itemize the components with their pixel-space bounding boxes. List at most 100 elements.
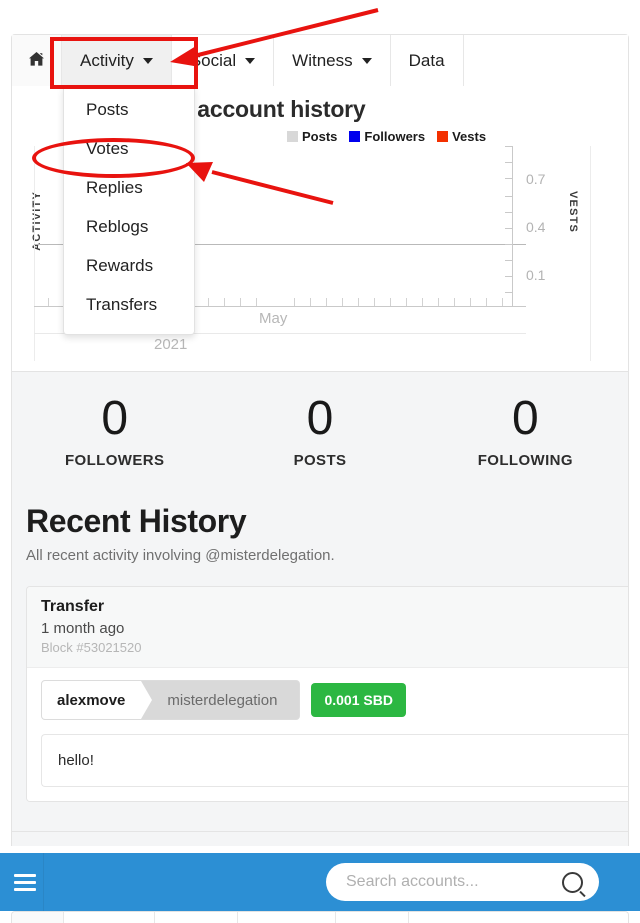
chart-legend: Posts Followers Vests	[287, 129, 486, 144]
home-icon	[28, 51, 45, 71]
account-stats-strip: 0 FOLLOWERS 0 POSTS 0 FOLLOWING	[11, 372, 629, 491]
bottom-nav-home[interactable]	[12, 912, 64, 923]
y-tick-label-01: 0.1	[526, 267, 546, 283]
transfer-memo: hello!	[41, 734, 628, 787]
chevron-down-icon	[245, 57, 256, 64]
x-tick	[406, 298, 407, 306]
stat-following-value: 0	[511, 391, 539, 445]
chevron-down-icon	[361, 57, 372, 64]
x-tick	[256, 298, 257, 306]
bottom-toolbar	[0, 853, 640, 911]
transfer-amount-badge: 0.001 SBD	[311, 683, 406, 717]
dropdown-item-posts[interactable]: Posts	[64, 91, 194, 130]
operation-header: Transfer 1 month ago Block #53021520	[27, 587, 628, 668]
bottom-nav-item-witness[interactable]: Witness	[238, 912, 336, 923]
stat-following: 0 FOLLOWING	[423, 391, 628, 469]
search-icon[interactable]	[562, 871, 583, 893]
x-tick	[470, 298, 471, 306]
nav-home-button[interactable]	[12, 35, 62, 86]
legend-entry-vests[interactable]: Vests	[437, 129, 486, 144]
y-tick	[505, 260, 513, 261]
y-tick-label-04: 0.4	[526, 219, 546, 235]
legend-label-vests: Vests	[452, 129, 487, 144]
bottom-nav-item-data[interactable]: Data	[335, 912, 409, 923]
activity-dropdown-menu[interactable]: Posts Votes Replies Reblogs Rewards Tran…	[63, 86, 195, 335]
x-tick	[342, 298, 343, 306]
y-tick	[505, 178, 513, 179]
x-tick	[326, 298, 327, 306]
nav-item-witness[interactable]: Witness	[274, 35, 391, 86]
x-tick	[374, 298, 375, 306]
y-tick-label-07: 0.7	[526, 171, 546, 187]
operation-timestamp: 1 month ago	[41, 620, 125, 637]
hamburger-icon[interactable]	[7, 873, 43, 891]
toolbar-divider	[43, 853, 44, 911]
y-tick	[505, 212, 513, 213]
recent-history-section: Recent History All recent activity invol…	[11, 491, 629, 846]
x-month-label-may: May	[259, 310, 288, 327]
nav-item-data[interactable]: Data	[390, 35, 464, 86]
y-tick	[505, 196, 513, 197]
dropdown-item-votes[interactable]: Votes	[64, 130, 194, 169]
x-tick	[486, 298, 487, 306]
operation-type: Transfer	[41, 598, 105, 615]
legend-label-followers: Followers	[364, 129, 426, 144]
transfer-to-account[interactable]: misterdelegation	[141, 681, 300, 719]
search-box[interactable]	[326, 863, 599, 901]
x-tick	[390, 298, 391, 306]
nav-item-social-label: Social	[189, 50, 237, 70]
stat-posts: 0 POSTS	[217, 391, 422, 469]
nav-item-activity[interactable]: Activity	[62, 35, 172, 86]
x-tick	[358, 298, 359, 306]
y-tick	[505, 292, 513, 293]
stat-followers: 0 FOLLOWERS	[12, 391, 217, 469]
legend-entry-posts[interactable]: Posts	[287, 129, 337, 144]
y-tick	[505, 162, 513, 163]
x-tick	[422, 298, 423, 306]
main-nav: Activity Social Witness Data	[11, 34, 629, 86]
page-title: Recent History	[26, 503, 247, 539]
x-tick	[240, 298, 241, 306]
x-year-label: 2021	[154, 336, 188, 353]
legend-swatch-vests	[437, 131, 449, 142]
bottom-nav-item-social[interactable]: Social	[154, 912, 239, 923]
search-input[interactable]	[344, 872, 562, 892]
transfer-from-account[interactable]: alexmove	[42, 681, 153, 719]
stat-followers-label: FOLLOWERS	[64, 451, 165, 469]
history-divider	[12, 831, 628, 832]
legend-swatch-followers	[349, 131, 361, 142]
plot-right-border	[590, 146, 591, 361]
transfer-flow-row: alexmove misterdelegation 0.001 SBD	[41, 680, 624, 720]
dropdown-item-reblogs[interactable]: Reblogs	[64, 208, 194, 247]
x-tick	[224, 298, 225, 306]
nav-item-data-label: Data	[408, 50, 445, 70]
legend-entry-followers[interactable]: Followers	[349, 129, 425, 144]
x-tick	[438, 298, 439, 306]
operation-card[interactable]: Transfer 1 month ago Block #53021520 ale…	[26, 586, 628, 802]
bottom-nav-filler	[408, 912, 628, 923]
chevron-down-icon	[142, 57, 153, 64]
dropdown-item-transfers[interactable]: Transfers	[64, 286, 194, 325]
stat-following-label: FOLLOWING	[477, 451, 573, 469]
legend-swatch-posts	[287, 131, 298, 142]
home-icon	[30, 912, 45, 923]
x-tick	[502, 298, 503, 306]
bottom-nav-item-activity[interactable]: Activity	[64, 912, 155, 923]
operation-block: Block #53021520	[41, 640, 142, 655]
dropdown-item-replies[interactable]: Replies	[64, 169, 194, 208]
y-tick	[505, 276, 513, 277]
operation-body: alexmove misterdelegation 0.001 SBD hell…	[27, 668, 628, 801]
top-gutter	[0, 0, 640, 34]
nav-item-witness-label: Witness	[292, 50, 353, 70]
y-tick	[505, 244, 513, 245]
y-tick	[505, 146, 513, 147]
nav-item-social[interactable]: Social	[171, 35, 275, 86]
recent-history-subtitle: All recent activity involving @misterdel…	[26, 547, 335, 564]
dropdown-item-rewards[interactable]: Rewards	[64, 247, 194, 286]
stat-posts-value: 0	[306, 391, 334, 445]
y-axis-line	[512, 146, 513, 306]
x-tick	[48, 298, 49, 306]
x-tick	[208, 298, 209, 306]
stat-followers-value: 0	[101, 391, 129, 445]
nav-filler	[463, 35, 628, 86]
